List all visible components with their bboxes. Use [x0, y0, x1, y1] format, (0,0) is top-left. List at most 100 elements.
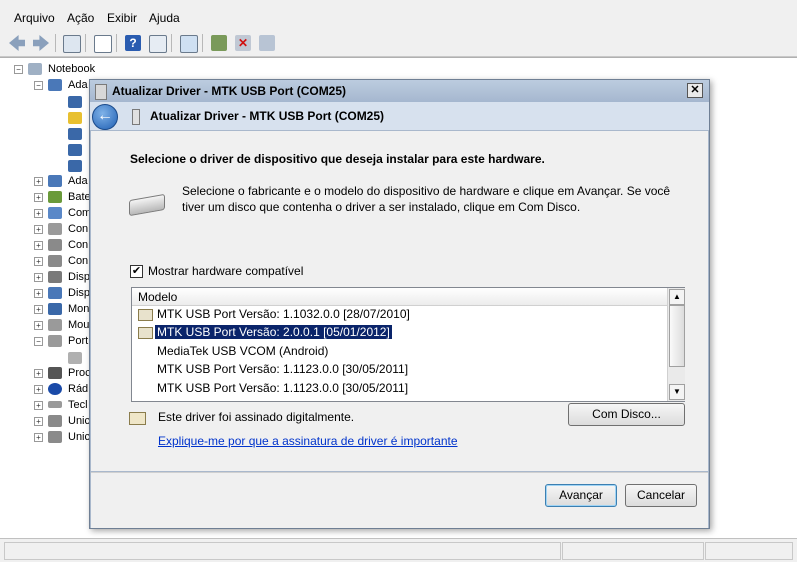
- show-compatible-checkbox[interactable]: ✔: [130, 265, 143, 278]
- computer-icon: [48, 207, 62, 219]
- forward-arrow-icon[interactable]: [33, 35, 49, 51]
- model-item[interactable]: MTK USB Port Versão: 1.1123.0.0 [30/05/2…: [136, 380, 656, 399]
- list-scrollbar[interactable]: ▲ ▼: [667, 288, 685, 401]
- tree-item-label: Proc: [68, 367, 91, 379]
- expand-icon[interactable]: +: [34, 257, 43, 266]
- keyboard-icon: [48, 401, 62, 408]
- scroll-up-icon[interactable]: ▲: [669, 289, 685, 305]
- expand-icon[interactable]: +: [34, 385, 43, 394]
- model-item[interactable]: MediaTek USB VCOM (Android): [136, 343, 656, 360]
- processor-icon: [48, 367, 62, 379]
- expand-icon[interactable]: +: [34, 193, 43, 202]
- audio-icon: [48, 223, 62, 235]
- instruction-description: Selecione o fabricante e o modelo do dis…: [182, 184, 671, 214]
- expand-icon[interactable]: +: [34, 289, 43, 298]
- scroll-down-icon[interactable]: ▼: [669, 384, 685, 400]
- close-icon[interactable]: ✕: [687, 83, 703, 98]
- certificate-icon: [129, 412, 146, 425]
- dialog-title-bar[interactable]: Atualizar Driver - MTK USB Port (COM25) …: [90, 80, 709, 102]
- expand-icon[interactable]: +: [34, 225, 43, 234]
- toolbar-separator: [202, 34, 203, 52]
- model-item-label: MTK USB Port Versão: 1.1123.0.0 [30/05/2…: [157, 362, 409, 376]
- dialog-footer: Avançar Cancelar: [91, 472, 708, 528]
- tree-item-label: Mou: [68, 319, 90, 331]
- device-icon: [48, 287, 62, 299]
- tree-item-label: Ada: [68, 79, 88, 91]
- tree-item-label: Port: [68, 335, 89, 347]
- expand-icon[interactable]: +: [34, 417, 43, 426]
- menu-ajuda[interactable]: Ajuda: [149, 11, 180, 25]
- menu-exibir[interactable]: Exibir: [107, 11, 137, 25]
- document-icon[interactable]: [94, 35, 112, 53]
- scan-hardware-icon[interactable]: [180, 35, 198, 53]
- model-list[interactable]: Modelo MTK USB Port Versão: 1.1032.0.0 […: [131, 287, 685, 402]
- drive-icon: [48, 415, 62, 427]
- next-button[interactable]: Avançar: [545, 484, 617, 507]
- menu-arquivo[interactable]: Arquivo: [14, 11, 55, 25]
- port-icon: [48, 335, 62, 347]
- tree-item-label: Con: [68, 255, 89, 267]
- expand-icon[interactable]: +: [34, 209, 43, 218]
- dialog-title: Atualizar Driver - MTK USB Port (COM25): [112, 84, 347, 98]
- controller-icon: [48, 255, 62, 267]
- collapse-icon[interactable]: −: [14, 65, 23, 74]
- expand-icon[interactable]: +: [34, 321, 43, 330]
- warning-device-icon[interactable]: [68, 112, 82, 124]
- signed-driver-text: Este driver foi assinado digitalmente.: [158, 410, 355, 424]
- menu-acao[interactable]: Ação: [67, 11, 94, 25]
- tree-item-label: Bate: [68, 191, 91, 203]
- model-item[interactable]: MTK USB Port Versão: 1.1032.0.0 [28/07/2…: [136, 306, 656, 323]
- tree-item-label: Mon: [68, 303, 90, 315]
- device-icon[interactable]: [68, 128, 82, 140]
- tree-item-label: Disp: [68, 271, 91, 283]
- expand-icon[interactable]: +: [34, 241, 43, 250]
- toolbar-separator: [171, 34, 172, 52]
- collapse-icon[interactable]: −: [34, 337, 43, 346]
- signing-info-link[interactable]: Explique-me por que a assinatura de driv…: [158, 434, 458, 448]
- collapse-icon[interactable]: −: [34, 81, 43, 90]
- update-driver-icon[interactable]: [211, 35, 227, 51]
- drive-icon: [48, 431, 62, 443]
- view-icon[interactable]: [149, 35, 167, 53]
- expand-icon[interactable]: +: [34, 273, 43, 282]
- back-button[interactable]: ←: [92, 104, 118, 130]
- device-icon[interactable]: [68, 96, 82, 108]
- battery-icon: [48, 191, 62, 203]
- properties-window-icon[interactable]: [63, 35, 81, 53]
- have-disk-button[interactable]: Com Disco...: [568, 403, 685, 426]
- model-item-selected[interactable]: MTK USB Port Versão: 2.0.0.1 [05/01/2012…: [136, 324, 656, 341]
- back-arrow-icon[interactable]: [9, 35, 25, 51]
- model-item-label: MTK USB Port Versão: 1.1123.0.0 [30/05/2…: [157, 381, 409, 395]
- expand-icon[interactable]: +: [34, 305, 43, 314]
- model-item-label: MTK USB Port Versão: 2.0.0.1 [05/01/2012…: [155, 325, 392, 339]
- device-icon[interactable]: [68, 160, 82, 172]
- expand-icon[interactable]: +: [34, 433, 43, 442]
- scroll-thumb[interactable]: [669, 305, 685, 367]
- device-icon[interactable]: [68, 144, 82, 156]
- toolbar-separator: [85, 34, 86, 52]
- computer-icon: [28, 63, 42, 75]
- list-column-header[interactable]: Modelo: [132, 288, 667, 306]
- device-category-icon: [48, 79, 62, 91]
- certificate-icon: [138, 309, 153, 321]
- uninstall-icon[interactable]: ✕: [235, 35, 251, 51]
- help-icon[interactable]: ?: [125, 35, 141, 51]
- expand-icon[interactable]: +: [34, 401, 43, 410]
- tree-item-label: Disp: [68, 287, 91, 299]
- disable-icon[interactable]: [259, 35, 275, 51]
- model-item[interactable]: MTK USB Port Versão: 1.1123.0.0 [30/05/2…: [136, 361, 656, 378]
- cancel-button[interactable]: Cancelar: [625, 484, 697, 507]
- tree-root-label: Notebook: [48, 63, 96, 75]
- expand-icon[interactable]: +: [34, 369, 43, 378]
- expand-icon[interactable]: +: [34, 177, 43, 186]
- tree-item-label: Con: [68, 223, 89, 235]
- tree-item-label: Tecl: [68, 399, 88, 411]
- instruction-heading: Selecione o driver de dispositivo que de…: [130, 152, 545, 166]
- toolbar-separator: [116, 34, 117, 52]
- toolbar-separator: [55, 34, 56, 52]
- toolbar: ? ✕: [0, 30, 797, 57]
- tree-item-label: Con: [68, 239, 89, 251]
- usb-device-icon: [95, 84, 107, 100]
- menu-bar: Arquivo Ação Exibir Ajuda: [0, 0, 797, 31]
- port-device-icon[interactable]: [68, 352, 82, 364]
